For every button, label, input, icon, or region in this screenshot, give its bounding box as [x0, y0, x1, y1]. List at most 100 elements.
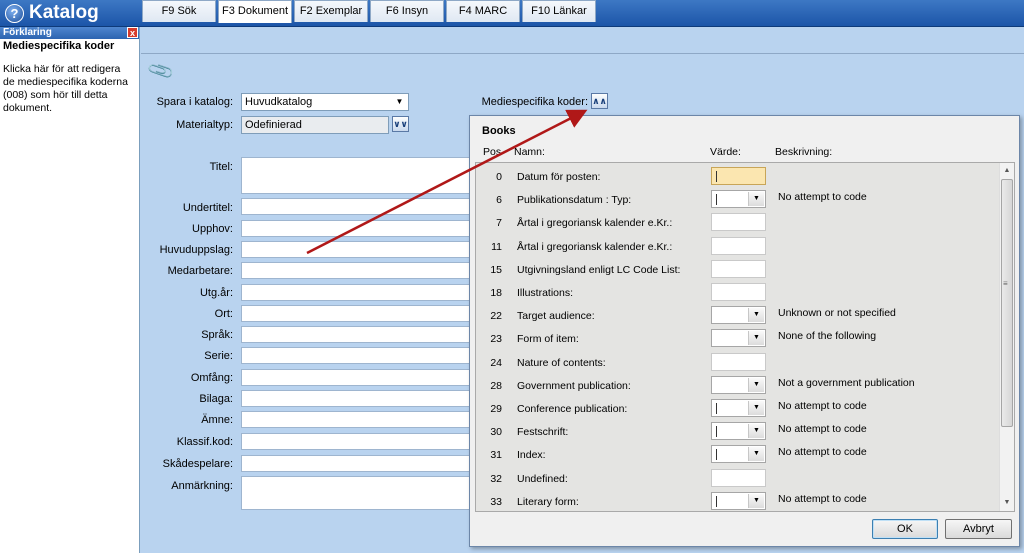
code-value-input[interactable] — [711, 283, 766, 301]
anmarkning-label: Anmärkning: — [171, 480, 233, 492]
expand-down-icon[interactable]: ∨∨ — [392, 116, 409, 132]
klassifkod-field[interactable] — [241, 433, 471, 450]
scroll-down-icon[interactable]: ▼ — [1000, 496, 1014, 510]
code-value-input[interactable] — [711, 352, 766, 371]
chevron-down-icon[interactable]: ▼ — [748, 424, 764, 439]
text-caret — [716, 194, 717, 206]
huvuduppslag-field[interactable] — [241, 241, 471, 258]
code-pos: 18 — [490, 287, 502, 299]
bilaga-label: Bilaga: — [199, 393, 233, 405]
scroll-up-icon[interactable]: ▲ — [1000, 164, 1014, 178]
chevron-down-icon[interactable]: ▼ — [748, 401, 764, 415]
code-pos: 28 — [490, 379, 502, 392]
collapse-up-icon[interactable]: ∧∧ — [591, 93, 608, 109]
code-pos: 24 — [490, 356, 502, 369]
tab-exemplar[interactable]: F2 Exemplar — [294, 0, 368, 22]
explanation-panel-header: Förklaring x — [0, 27, 139, 39]
paperclip-icon[interactable]: 📎 — [146, 57, 176, 86]
code-value-select[interactable]: ▼ — [711, 491, 766, 510]
code-value-select[interactable]: ▼ — [711, 190, 766, 209]
code-row: 7 Årtal i gregoriansk kalender e.Kr.: — [476, 212, 1001, 235]
bilaga-field[interactable] — [241, 390, 471, 407]
chevron-down-icon[interactable]: ▼ — [748, 331, 764, 346]
code-value-input[interactable] — [711, 468, 766, 487]
code-row: 23 Form of item: ▼ None of the following — [476, 328, 1001, 351]
anmarkning-field[interactable] — [241, 476, 471, 510]
tab-sok[interactable]: F9 Sök — [142, 0, 216, 22]
tab-insyn[interactable]: F6 Insyn — [370, 0, 444, 22]
code-row: 29 Conference publication: ▼ No attempt to … — [476, 398, 1001, 421]
pos-header: Pos — [483, 146, 502, 158]
ok-button[interactable]: OK — [872, 519, 938, 539]
code-name: Index: — [517, 449, 546, 462]
serie-field[interactable] — [241, 347, 471, 364]
code-name: Literary form: — [517, 495, 579, 508]
code-value-select[interactable]: ▼ — [711, 375, 766, 394]
text-caret — [716, 495, 717, 507]
ort-field[interactable] — [241, 305, 471, 322]
sprak-field[interactable] — [241, 326, 471, 343]
code-description: No attempt to code — [778, 446, 867, 459]
code-value-select[interactable]: ▼ — [711, 329, 766, 348]
code-name: Form of item: — [517, 333, 579, 346]
huvuduppslag-label: Huvuduppslag: — [159, 244, 233, 256]
ort-label: Ort: — [214, 308, 233, 320]
code-name: Årtal i gregoriansk kalender e.Kr.: — [517, 240, 673, 253]
medarbetare-label: Medarbetare: — [167, 265, 233, 277]
code-row: 11 Årtal i gregoriansk kalender e.Kr.: — [476, 236, 1001, 259]
chevron-down-icon[interactable]: ▼ — [748, 493, 764, 508]
klassifkod-label: Klassif.kod: — [176, 436, 233, 448]
spara-label: Spara i katalog: — [156, 96, 233, 108]
dialog-title: Books — [482, 125, 516, 137]
code-value-input[interactable] — [711, 236, 766, 255]
upphov-field[interactable] — [241, 220, 471, 237]
close-icon[interactable]: x — [127, 27, 138, 38]
tab-dokument[interactable]: F3 Dokument — [218, 0, 292, 23]
text-caret — [716, 171, 717, 182]
explanation-text[interactable]: Klicka här för att redigera de mediespec… — [0, 53, 136, 115]
tab-lankar[interactable]: F10 Länkar — [522, 0, 596, 22]
code-description: No attempt to code — [778, 400, 867, 412]
chevron-down-icon[interactable]: ▼ — [748, 377, 764, 392]
code-value-select[interactable]: ▼ — [711, 445, 766, 464]
tab-marc[interactable]: F4 MARC — [446, 0, 520, 22]
materialtyp-field[interactable]: Odefinierad — [241, 116, 389, 134]
utgar-label: Utg.år: — [199, 287, 233, 299]
chevron-down-icon[interactable]: ▼ — [748, 192, 764, 207]
text-caret — [716, 403, 717, 414]
code-name: Publikationsdatum : Typ: — [517, 194, 632, 207]
code-row: 0 Datum för posten: — [476, 166, 1001, 189]
titel-field[interactable] — [241, 157, 471, 194]
code-name: Illustrations: — [517, 287, 574, 299]
amne-field[interactable] — [241, 411, 471, 428]
code-value-select[interactable]: ▼ — [711, 422, 766, 441]
cancel-button[interactable]: Avbryt — [945, 519, 1012, 539]
code-row: 6 Publikationsdatum : Typ: ▼ No attempt to … — [476, 189, 1001, 212]
code-row: 22 Target audience: ▼ Unknown or not specif… — [476, 305, 1001, 328]
code-name: Conference publication: — [517, 403, 628, 415]
explanation-title: Mediespecifika koder — [3, 40, 115, 52]
code-value-input[interactable] — [711, 259, 766, 278]
code-value-input[interactable] — [711, 167, 766, 185]
code-pos: 30 — [490, 426, 502, 439]
medarbetare-field[interactable] — [241, 262, 471, 279]
spara-i-katalog-select[interactable]: Huvudkatalog ▼ — [241, 93, 409, 111]
undertitel-field[interactable] — [241, 198, 471, 215]
utgar-field[interactable] — [241, 284, 471, 301]
explanation-panel: Förklaring x Mediespecifika koder Klicka… — [0, 27, 140, 553]
undertitel-label: Undertitel: — [182, 202, 233, 214]
skadespelare-field[interactable] — [241, 455, 471, 472]
omfang-field[interactable] — [241, 369, 471, 386]
help-icon[interactable]: ? — [5, 4, 24, 23]
code-row: 15 Utgivningsland enligt LC Code List: — [476, 259, 1001, 282]
code-value-select[interactable]: ▼ — [711, 399, 766, 417]
vertical-scrollbar[interactable]: ▲ ≡ ▼ — [999, 163, 1014, 511]
chevron-down-icon[interactable]: ▼ — [748, 308, 764, 323]
scrollbar-thumb[interactable] — [1001, 179, 1013, 427]
code-row: 18 Illustrations: — [476, 282, 1001, 305]
code-value-input[interactable] — [711, 213, 766, 232]
code-description: Unknown or not specified — [778, 307, 896, 320]
code-value-select[interactable]: ▼ — [711, 306, 766, 325]
code-name: Undefined: — [517, 472, 568, 485]
chevron-down-icon[interactable]: ▼ — [748, 447, 764, 462]
